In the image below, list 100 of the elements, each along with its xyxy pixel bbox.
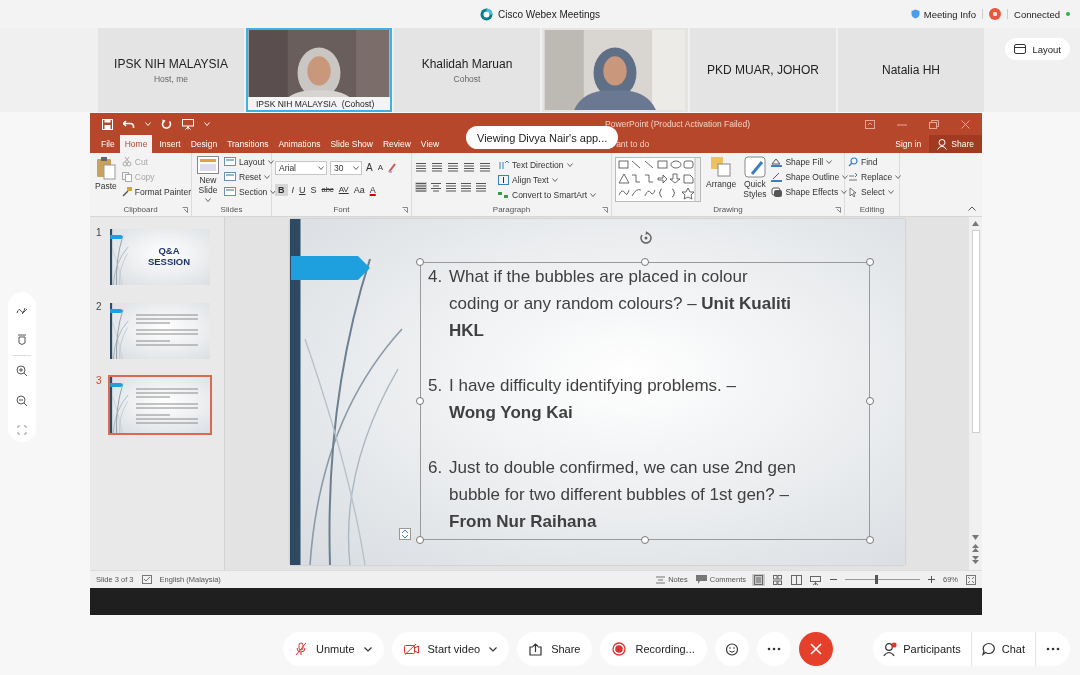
- resize-handle[interactable]: [866, 397, 874, 405]
- ribbon-button[interactable]: Shape Fill: [771, 155, 849, 168]
- ribbon-tab[interactable]: Design: [185, 135, 223, 153]
- scrollbar-thumb[interactable]: [971, 230, 980, 433]
- layout-button[interactable]: Layout: [1005, 38, 1070, 60]
- caret-icon[interactable]: [566, 162, 573, 167]
- autofit-icon[interactable]: [399, 528, 411, 540]
- ribbon-button[interactable]: Find: [848, 155, 902, 168]
- fit-screen-icon[interactable]: [17, 425, 27, 435]
- bullets-icon[interactable]: [415, 162, 428, 172]
- zoom-in-icon[interactable]: [16, 365, 28, 377]
- increase-indent-icon[interactable]: [463, 162, 476, 172]
- end-call-button[interactable]: [798, 632, 833, 666]
- resize-handle[interactable]: [641, 536, 649, 544]
- save-icon[interactable]: [102, 118, 113, 130]
- ribbon-button[interactable]: Format Painter: [121, 185, 191, 198]
- slide-thumbnail[interactable]: [108, 301, 212, 361]
- slide-sorter-icon[interactable]: [771, 573, 784, 586]
- resize-handle[interactable]: [641, 258, 649, 266]
- dialog-launcher-icon[interactable]: [402, 207, 408, 213]
- align-center-icon[interactable]: [430, 182, 442, 192]
- ribbon-button[interactable]: Section: [224, 185, 277, 198]
- caret-icon[interactable]: [270, 189, 277, 194]
- grow-font-button[interactable]: A: [365, 162, 374, 174]
- ribbon-button[interactable]: Paste: [93, 155, 119, 193]
- caret-icon[interactable]: [590, 192, 597, 197]
- caret-icon[interactable]: [353, 166, 359, 170]
- slide-thumbnail[interactable]: [108, 375, 212, 435]
- share-button[interactable]: Share: [929, 135, 982, 153]
- numbering-icon[interactable]: [431, 162, 444, 172]
- resize-handle[interactable]: [866, 536, 874, 544]
- restore-icon[interactable]: [929, 119, 939, 129]
- slide-thumbnail[interactable]: Q&A SESSION: [108, 227, 212, 287]
- format-button[interactable]: S: [309, 184, 318, 196]
- redo-icon[interactable]: [161, 118, 172, 130]
- scroll-down-icon[interactable]: [972, 535, 979, 540]
- ribbon-tab[interactable]: Slide Show: [325, 135, 378, 153]
- scroll-up-icon[interactable]: [972, 221, 979, 226]
- start-video-button[interactable]: Start video: [391, 632, 510, 666]
- ribbon-options-icon[interactable]: [865, 119, 875, 129]
- format-button[interactable]: A: [368, 184, 377, 196]
- align-left-icon[interactable]: [415, 182, 427, 192]
- recording-button[interactable]: Recording...: [600, 632, 707, 666]
- resize-handle[interactable]: [416, 536, 424, 544]
- rotate-handle-icon[interactable]: [639, 231, 653, 245]
- shrink-font-button[interactable]: A: [376, 162, 384, 174]
- fit-slide-icon[interactable]: [966, 574, 976, 585]
- zoom-slider-thumb[interactable]: [874, 575, 878, 584]
- caret-icon[interactable]: [826, 159, 833, 164]
- caret-icon[interactable]: [551, 177, 558, 182]
- unmute-button[interactable]: Unmute: [283, 632, 384, 666]
- caret-icon[interactable]: [264, 174, 271, 179]
- ribbon-button[interactable]: Shape Effects: [771, 185, 849, 198]
- zoom-out-icon[interactable]: [830, 576, 837, 583]
- ribbon-button[interactable]: Select: [848, 185, 902, 198]
- ribbon-button[interactable]: Align Text: [498, 173, 597, 186]
- spell-check-icon[interactable]: [141, 575, 152, 584]
- ribbon-button[interactable]: Reset: [224, 170, 277, 183]
- participant-tile[interactable]: Natalia HH: [838, 28, 984, 112]
- ribbon-tab[interactable]: Home: [119, 135, 153, 153]
- clear-format-icon[interactable]: [387, 163, 397, 173]
- ribbon-button[interactable]: New Slide: [195, 155, 221, 203]
- ribbon-button[interactable]: Convert to SmartArt: [498, 188, 597, 201]
- ribbon-button[interactable]: Quick Styles: [741, 155, 769, 201]
- caret-icon[interactable]: [267, 159, 274, 164]
- ribbon-button[interactable]: Arrange: [704, 155, 739, 191]
- resize-handle[interactable]: [866, 258, 874, 266]
- sign-in-link[interactable]: Sign in: [887, 135, 930, 153]
- format-button[interactable]: B: [275, 184, 288, 196]
- ribbon-button[interactable]: Layout: [224, 155, 277, 168]
- text-box[interactable]: [420, 262, 870, 540]
- reading-view-icon[interactable]: [790, 573, 803, 586]
- participant-tile[interactable]: PKD MUAR, JOHOR: [690, 28, 836, 112]
- collapse-ribbon-icon[interactable]: [968, 206, 976, 211]
- format-button[interactable]: AV: [337, 184, 350, 196]
- presentation-icon[interactable]: [182, 118, 194, 130]
- font-field[interactable]: Arial: [275, 161, 327, 175]
- caret-icon[interactable]: [842, 174, 849, 179]
- slideshow-view-icon[interactable]: [809, 573, 822, 586]
- caret-icon[interactable]: [318, 166, 324, 170]
- dialog-launcher-icon[interactable]: [602, 207, 608, 213]
- previous-slide-icon[interactable]: [972, 544, 979, 552]
- ribbon-button[interactable]: Shape Outline: [771, 170, 849, 183]
- ribbon-tab[interactable]: View: [415, 135, 445, 153]
- participants-button[interactable]: Participants: [873, 632, 972, 666]
- participant-tile[interactable]: Khalidah Maruan Cohost: [394, 28, 540, 112]
- format-button[interactable]: Aa: [352, 184, 366, 196]
- meeting-info-button[interactable]: Meeting Info: [910, 8, 977, 20]
- ribbon-button[interactable]: Replace: [848, 170, 902, 183]
- ribbon-tab[interactable]: Insert: [154, 135, 186, 153]
- shapes-gallery-drawing[interactable]: [615, 157, 701, 202]
- decrease-indent-icon[interactable]: [447, 162, 460, 172]
- ribbon-tab[interactable]: Animations: [273, 135, 326, 153]
- participant-tile[interactable]: IPSK NIH MALAYSIA Host, me: [98, 28, 244, 112]
- caret-icon[interactable]: [841, 189, 848, 194]
- zoom-out-icon[interactable]: [16, 395, 28, 407]
- undo-icon[interactable]: [123, 119, 135, 129]
- caret-icon[interactable]: [205, 197, 211, 202]
- ribbon-tab[interactable]: File: [96, 135, 120, 153]
- normal-view-icon[interactable]: [752, 573, 765, 586]
